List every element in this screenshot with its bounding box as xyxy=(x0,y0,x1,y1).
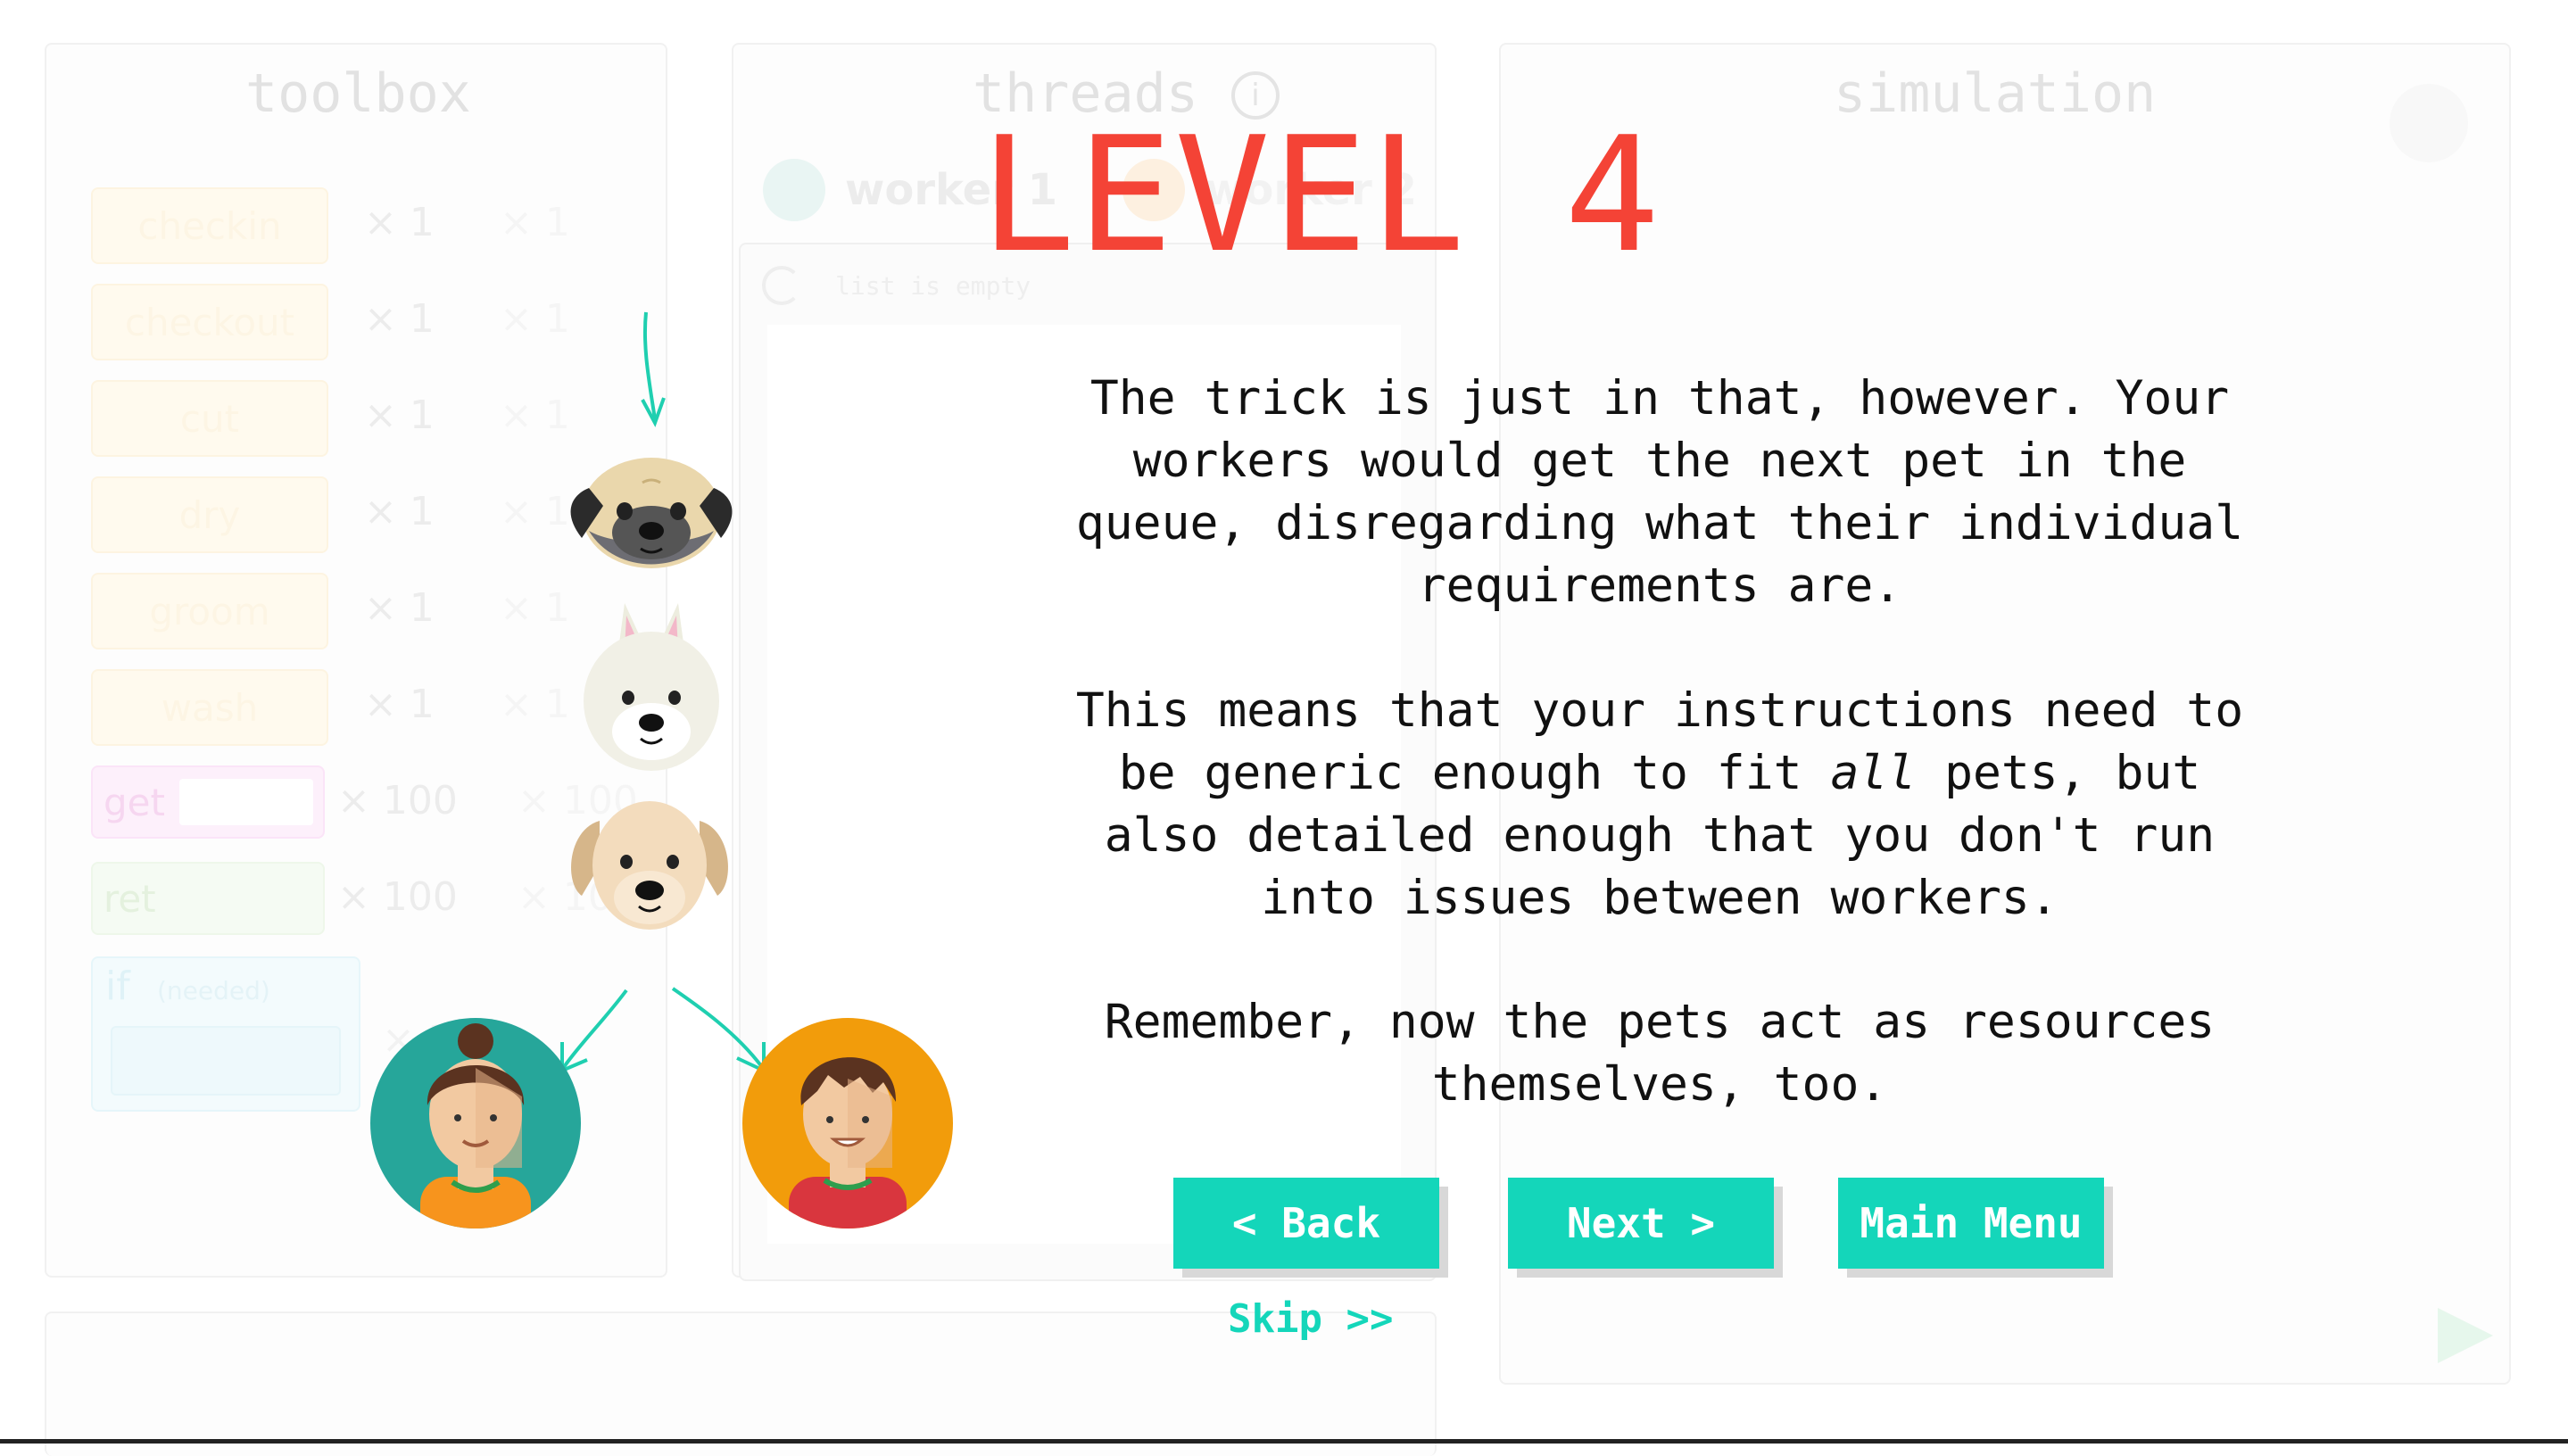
next-button[interactable]: Next > xyxy=(1508,1178,1774,1269)
tool-ret[interactable]: ret xyxy=(91,862,325,935)
worker1-avatar-icon xyxy=(763,159,825,221)
incoming-arrow-icon xyxy=(641,311,666,427)
pug-face-icon xyxy=(570,458,733,568)
man-worker-avatar-icon xyxy=(742,1018,953,1228)
labrador-face-icon xyxy=(571,801,728,930)
tool-get[interactable]: get xyxy=(91,765,325,839)
tutorial-paragraph-3: Remember, now the pets act as resources … xyxy=(1104,995,2216,1112)
tool-count: × 1 xyxy=(364,200,435,245)
if-block[interactable]: if (needed) xyxy=(91,956,360,1112)
main-menu-button[interactable]: Main Menu xyxy=(1838,1178,2104,1269)
tool-cut[interactable]: cut xyxy=(91,380,328,457)
paragraph2-emphasis: all xyxy=(1830,746,1917,800)
tool-label: checkout xyxy=(124,300,295,344)
speed-control-icon[interactable] xyxy=(2390,84,2468,162)
tool-wash[interactable]: wash xyxy=(91,669,328,746)
if-keyword: if xyxy=(105,964,130,1009)
tool-label: dry xyxy=(178,492,241,537)
simulation-title: simulation xyxy=(1834,62,2157,125)
tool-label: groom xyxy=(149,589,270,633)
if-hint: (needed) xyxy=(157,976,270,1005)
tool-label: get xyxy=(104,780,165,824)
skip-link[interactable]: Skip >> xyxy=(1228,1296,1393,1342)
tool-checkin[interactable]: checkin xyxy=(91,187,328,264)
play-icon[interactable] xyxy=(2434,1304,2497,1367)
back-button[interactable]: < Back xyxy=(1173,1178,1439,1269)
window-bottom-edge xyxy=(0,1439,2568,1444)
tool-label: ret xyxy=(104,876,156,921)
toolbox-title: toolbox xyxy=(245,62,471,125)
tool-count-secondary: × 1 xyxy=(500,200,570,245)
tutorial-paragraph-1: The trick is just in that, however. Your… xyxy=(1075,371,2244,613)
woman-worker-avatar-icon xyxy=(370,1018,581,1228)
tool-dry[interactable]: dry xyxy=(91,476,328,553)
tool-label: checkin xyxy=(137,203,282,248)
tool-label: wash xyxy=(161,685,259,730)
get-target-slot[interactable] xyxy=(178,779,313,825)
white-dog-face-icon xyxy=(584,603,719,771)
tool-label: cut xyxy=(179,396,240,441)
tutorial-illustration xyxy=(370,311,953,1228)
tutorial-paragraph-2: This means that your instructions need t… xyxy=(1062,680,2257,930)
if-condition-slot[interactable] xyxy=(111,1026,341,1096)
tool-checkout[interactable]: checkout xyxy=(91,284,328,360)
level-title: LEVEL 4 xyxy=(980,103,1662,287)
split-arrows-icon xyxy=(560,987,766,1074)
tool-groom[interactable]: groom xyxy=(91,573,328,649)
